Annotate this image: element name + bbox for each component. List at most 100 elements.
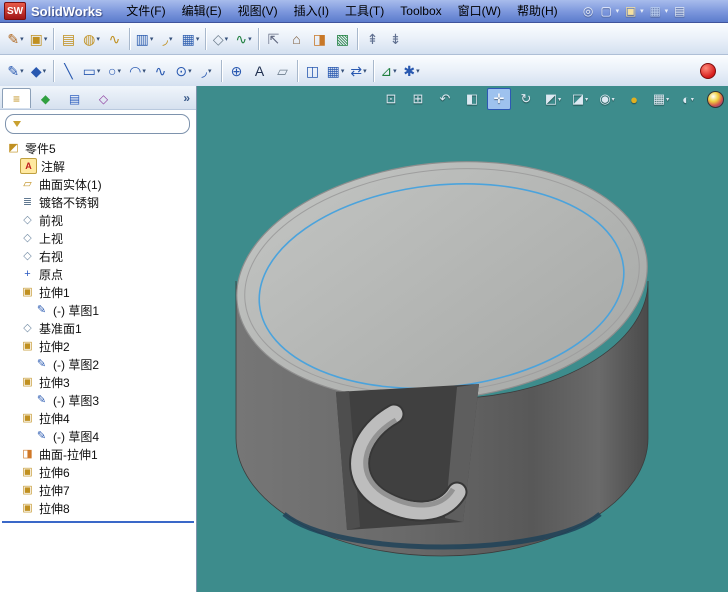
rectangle-dropdown-arrow[interactable]: ▾	[97, 67, 101, 75]
render-ball-icon[interactable]	[707, 90, 724, 108]
text-button[interactable]: A	[248, 59, 271, 82]
print-icon[interactable]: ▤	[671, 3, 688, 20]
sketch-fillet-dropdown-arrow[interactable]: ▾	[208, 67, 212, 75]
ellipse-dropdown-arrow[interactable]: ▾	[188, 67, 192, 75]
tree-item-sketch1[interactable]: ✎ (-) 草图1	[0, 301, 196, 319]
curves-button[interactable]: ∿ ▾	[232, 27, 255, 50]
rotate-view-button[interactable]: ↻	[514, 88, 538, 110]
sheet-metal-button[interactable]: ▧	[331, 27, 354, 50]
extruded-cut-button[interactable]: ▥ ▾	[133, 27, 156, 50]
arc-button[interactable]: ◠ ▾	[126, 59, 149, 82]
open-document-dropdown-arrow[interactable]: ▾	[640, 7, 644, 15]
curves-dropdown-arrow[interactable]: ▾	[248, 35, 252, 43]
model-canvas[interactable]	[197, 86, 728, 592]
panel-expand-chevron[interactable]: »	[179, 91, 194, 105]
spline-button[interactable]: ∿	[149, 59, 172, 82]
tree-item-sketch4[interactable]: ✎ (-) 草图4	[0, 427, 196, 445]
tree-item-origin[interactable]: + 原点	[0, 265, 196, 283]
linear-pattern-dropdown-arrow[interactable]: ▾	[196, 35, 200, 43]
linear-pattern-button[interactable]: ▦ ▾	[179, 27, 202, 50]
dock-down-button[interactable]: ⇟	[384, 27, 407, 50]
previous-view-button[interactable]: ↶	[433, 88, 457, 110]
revolved-boss-button[interactable]: ◍ ▾	[80, 27, 103, 50]
tab-dimxpertmanager[interactable]: ◇	[89, 88, 118, 108]
display-relations-button[interactable]: ⊿ ▾	[377, 59, 400, 82]
open-document-icon[interactable]: ▣	[622, 3, 639, 20]
sketch-tools-button[interactable]: ◆ ▾	[27, 59, 50, 82]
sketch-flyout-button[interactable]: ✎ ▾	[4, 27, 27, 50]
graphics-area[interactable]: ⊡ ⊞ ↶ ◧ ✛ ↻ ◩ ▾ ◪ ▾ ◉ ▾ ● ▦ ▾ ◐ ▾	[197, 86, 728, 592]
circle-dropdown-arrow[interactable]: ▾	[117, 67, 121, 75]
tree-item-surface-extrude1[interactable]: ◨ 曲面-拉伸1	[0, 445, 196, 463]
smart-dimension-button[interactable]: ✎ ▾	[4, 59, 27, 82]
dock-up-button[interactable]: ⇞	[361, 27, 384, 50]
move-entities-button[interactable]: ⇄ ▾	[347, 59, 370, 82]
arc-dropdown-arrow[interactable]: ▾	[142, 67, 146, 75]
fillet-button[interactable]: ◞ ▾	[156, 27, 179, 50]
smart-dimension-dropdown-arrow[interactable]: ▾	[20, 67, 24, 75]
features-flyout-dropdown-arrow[interactable]: ▾	[44, 35, 48, 43]
reference-geometry-button[interactable]: ◇ ▾	[209, 27, 232, 50]
display-relations-dropdown-arrow[interactable]: ▾	[393, 67, 397, 75]
view-orientation-button[interactable]: ◩ ▾	[541, 88, 565, 110]
menu-insert[interactable]: 插入(I)	[286, 0, 337, 22]
circle-button[interactable]: ○ ▾	[103, 59, 126, 82]
hide-show-items-button[interactable]: ◉ ▾	[595, 88, 619, 110]
swept-boss-button[interactable]: ∿	[103, 27, 126, 50]
view-orientation-dropdown-arrow[interactable]: ▾	[558, 96, 561, 103]
sketch-pattern-button[interactable]: ▦ ▾	[324, 59, 347, 82]
tree-item-sketch3[interactable]: ✎ (-) 草图3	[0, 391, 196, 409]
move-entities-dropdown-arrow[interactable]: ▾	[363, 67, 367, 75]
menu-edit[interactable]: 编辑(E)	[174, 0, 230, 22]
hide-show-items-dropdown-arrow[interactable]: ▾	[612, 96, 615, 103]
view-settings-dropdown-arrow[interactable]: ▾	[691, 96, 694, 103]
mold-tools-button[interactable]: ⌂	[285, 27, 308, 50]
tree-item-material[interactable]: ≣ 镀铬不锈钢	[0, 193, 196, 211]
tree-item-extrude7[interactable]: ▣ 拉伸7	[0, 481, 196, 499]
tree-item-right-plane[interactable]: ◇ 右视	[0, 247, 196, 265]
menu-file[interactable]: 文件(F)	[118, 0, 173, 22]
tree-item-part5[interactable]: ◩ 零件5	[0, 139, 196, 157]
tree-item-plane1[interactable]: ◇ 基准面1	[0, 319, 196, 337]
tree-item-annotations[interactable]: A 注解	[0, 157, 196, 175]
quick-snaps-dropdown-arrow[interactable]: ▾	[416, 67, 420, 75]
section-view-button[interactable]: ◧	[460, 88, 484, 110]
rectangle-button[interactable]: ▭ ▾	[80, 59, 103, 82]
fillet-dropdown-arrow[interactable]: ▾	[169, 35, 173, 43]
features-flyout-button[interactable]: ▣ ▾	[27, 27, 50, 50]
tree-item-top-plane[interactable]: ◇ 上视	[0, 229, 196, 247]
tab-propertymanager[interactable]: ◆	[31, 88, 60, 108]
sketch-fillet-button[interactable]: ◞ ▾	[195, 59, 218, 82]
apply-scene-button[interactable]: ▦ ▾	[649, 88, 673, 110]
mirror-entities-button[interactable]: ◫	[301, 59, 324, 82]
menu-help[interactable]: 帮助(H)	[509, 0, 566, 22]
instant3d-button[interactable]: ⇱	[262, 27, 285, 50]
sketch-flyout-dropdown-arrow[interactable]: ▾	[20, 35, 24, 43]
pan-button[interactable]: ✛	[487, 88, 511, 110]
new-document-dropdown-arrow[interactable]: ▾	[616, 7, 620, 15]
sketch-tools-dropdown-arrow[interactable]: ▾	[43, 67, 47, 75]
view-settings-button[interactable]: ◐ ▾	[676, 88, 700, 110]
zoom-fit-button[interactable]: ⊡	[379, 88, 403, 110]
revolved-boss-dropdown-arrow[interactable]: ▾	[96, 35, 100, 43]
reference-geometry-dropdown-arrow[interactable]: ▾	[225, 35, 229, 43]
menu-window[interactable]: 窗口(W)	[450, 0, 509, 22]
quick-snaps-button[interactable]: ✱ ▾	[400, 59, 423, 82]
tree-item-extrude4[interactable]: ▣ 拉伸4	[0, 409, 196, 427]
tree-item-extrude1[interactable]: ▣ 拉伸1	[0, 283, 196, 301]
tab-featuremanager[interactable]: ≡	[2, 88, 31, 108]
sketch-pattern-dropdown-arrow[interactable]: ▾	[341, 67, 345, 75]
menu-view[interactable]: 视图(V)	[230, 0, 286, 22]
tree-item-front-plane[interactable]: ◇ 前视	[0, 211, 196, 229]
record-button[interactable]	[700, 62, 716, 79]
ellipse-button[interactable]: ⊙ ▾	[172, 59, 195, 82]
zoom-area-button[interactable]: ⊞	[406, 88, 430, 110]
search-icon[interactable]: ◎	[580, 3, 597, 20]
tree-item-extrude2[interactable]: ▣ 拉伸2	[0, 337, 196, 355]
save-dropdown-arrow[interactable]: ▾	[665, 7, 669, 15]
tree-item-sketch2[interactable]: ✎ (-) 草图2	[0, 355, 196, 373]
tab-configurationmanager[interactable]: ▤	[60, 88, 89, 108]
tree-item-extrude3[interactable]: ▣ 拉伸3	[0, 373, 196, 391]
display-style-dropdown-arrow[interactable]: ▾	[585, 96, 588, 103]
menu-toolbox[interactable]: Toolbox	[392, 0, 449, 22]
